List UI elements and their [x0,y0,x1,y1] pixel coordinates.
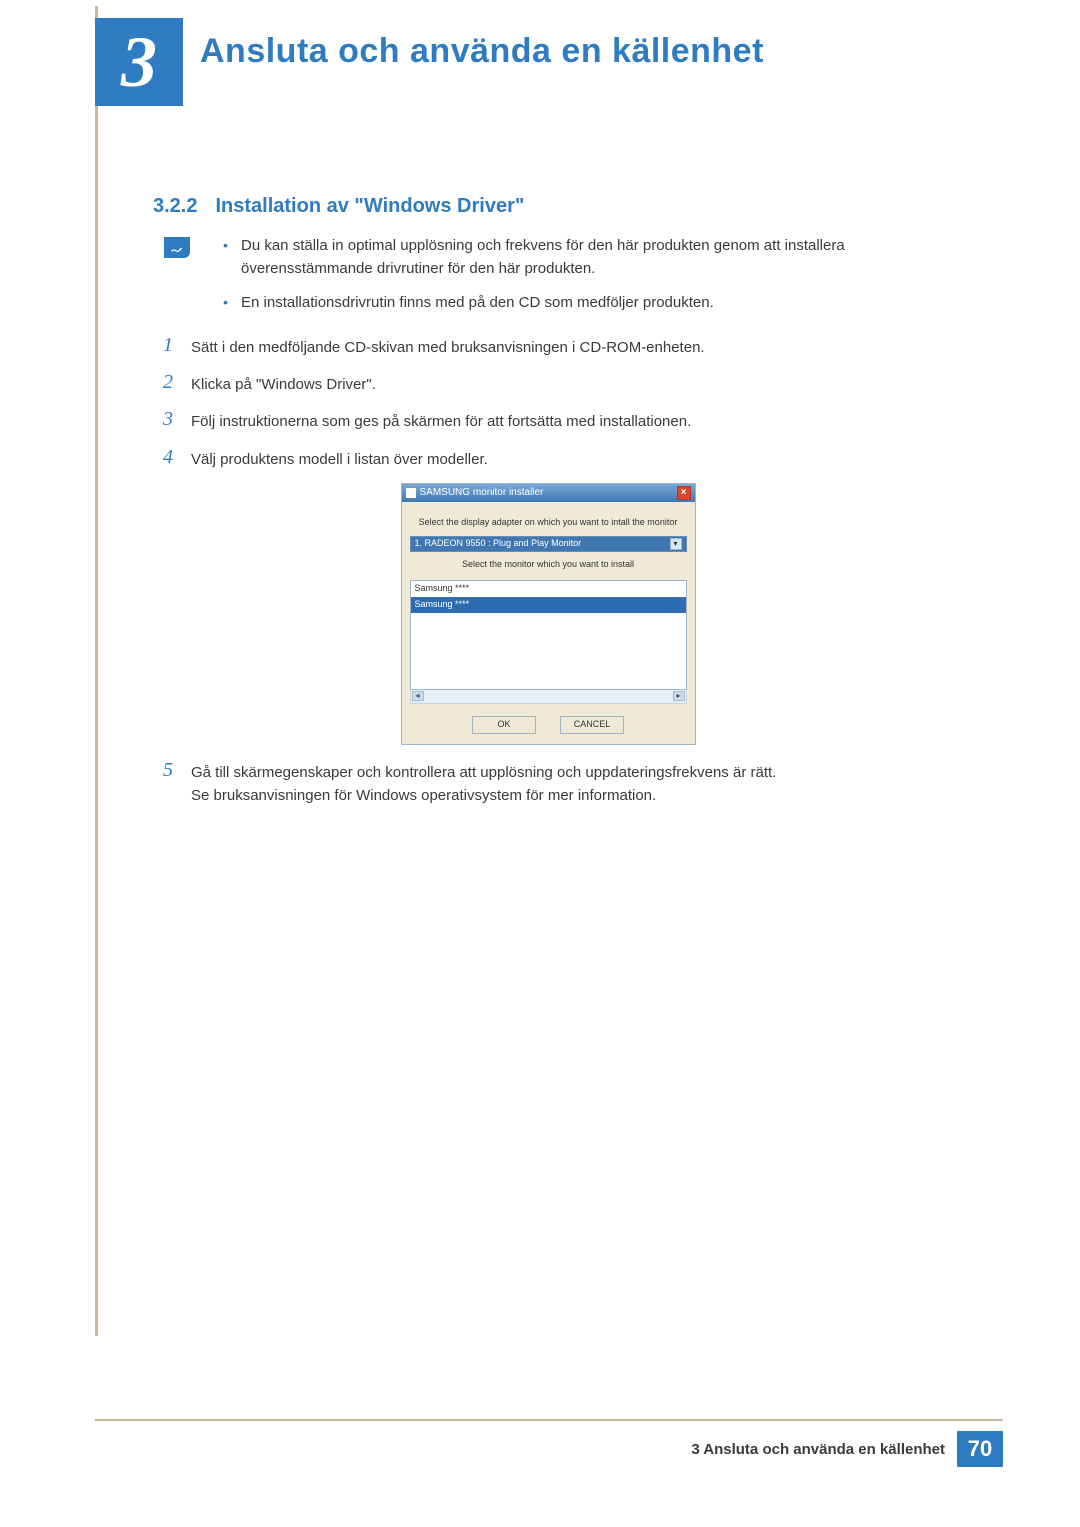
step: 4 Välj produktens modell i listan över m… [153,446,943,471]
scroll-right-icon[interactable]: ▸ [673,691,685,701]
step-number: 3 [153,408,173,430]
chapter-number-badge: 3 [95,18,183,106]
step-text: Följ instruktionerna som ges på skärmen … [191,408,943,433]
scroll-left-icon[interactable]: ◂ [412,691,424,701]
adapter-select[interactable]: 1. RADEON 9550 : Plug and Play Monitor ▾ [410,536,687,552]
step: 2 Klicka på "Windows Driver". [153,371,943,396]
close-icon[interactable]: × [677,486,691,500]
page-footer: 3 Ansluta och använda en källenhet 70 [691,1431,1003,1467]
page-number-badge: 70 [957,1431,1003,1467]
dialog-titlebar: SAMSUNG monitor installer × [402,484,695,502]
step-text: Klicka på "Windows Driver". [191,371,943,396]
dialog-title-text: SAMSUNG monitor installer [420,485,544,501]
note-item: Du kan ställa in optimal upplösning och … [223,234,943,281]
step-number: 2 [153,371,173,393]
section-number: 3.2.2 [153,195,197,218]
dialog-body: Select the display adapter on which you … [402,502,695,744]
chevron-down-icon: ▾ [670,538,682,550]
step: 3 Följ instruktionerna som ges på skärme… [153,408,943,433]
step-text-line: Gå till skärmegenskaper och kontrollera … [191,764,776,781]
footer-text: 3 Ansluta och använda en källenhet [691,1441,957,1458]
list-item-selected[interactable]: Samsung **** [411,597,686,613]
left-vertical-rule [95,6,98,1336]
cancel-button[interactable]: CANCEL [560,716,624,734]
step-number: 5 [153,759,173,781]
note-text: En installationsdrivrutin finns med på d… [241,294,714,311]
content-area: Du kan ställa in optimal upplösning och … [153,234,943,819]
installer-dialog: SAMSUNG monitor installer × Select the d… [401,483,696,745]
chapter-title: Ansluta och använda en källenhet [200,32,764,71]
screenshot-dialog-wrap: SAMSUNG monitor installer × Select the d… [153,483,943,745]
note-list: Du kan ställa in optimal upplösning och … [223,234,943,314]
dialog-label-adapter: Select the display adapter on which you … [410,516,687,530]
step-text: Välj produktens modell i listan över mod… [191,446,943,471]
bottom-rule [95,1419,1003,1421]
step-list: 1 Sätt i den medföljande CD-skivan med b… [153,334,943,807]
step-text: Gå till skärmegenskaper och kontrollera … [191,759,943,808]
page-number: 70 [968,1436,992,1462]
list-item[interactable]: Samsung **** [411,581,686,597]
step-text: Sätt i den medföljande CD-skivan med bru… [191,334,943,359]
note-item: En installationsdrivrutin finns med på d… [223,291,943,314]
dialog-label-monitor: Select the monitor which you want to ins… [410,558,687,572]
step-number: 4 [153,446,173,468]
section-heading: 3.2.2 Installation av "Windows Driver" [153,195,524,218]
ok-button[interactable]: OK [472,716,536,734]
section-title: Installation av "Windows Driver" [215,195,524,218]
step: 1 Sätt i den medföljande CD-skivan med b… [153,334,943,359]
step-number: 1 [153,334,173,356]
note-text: Du kan ställa in optimal upplösning och … [241,237,845,277]
app-icon [406,488,416,498]
chapter-number: 3 [121,21,157,104]
dialog-buttons: OK CANCEL [410,716,687,734]
step-text-line: Se bruksanvisningen för Windows operativ… [191,787,656,804]
document-page: 3 Ansluta och använda en källenhet 3.2.2… [0,0,1080,1527]
monitor-list[interactable]: Samsung **** Samsung **** [410,580,687,690]
adapter-select-value: 1. RADEON 9550 : Plug and Play Monitor [415,537,582,551]
horizontal-scrollbar[interactable]: ◂ ▸ [410,690,687,704]
step: 5 Gå till skärmegenskaper och kontroller… [153,759,943,808]
